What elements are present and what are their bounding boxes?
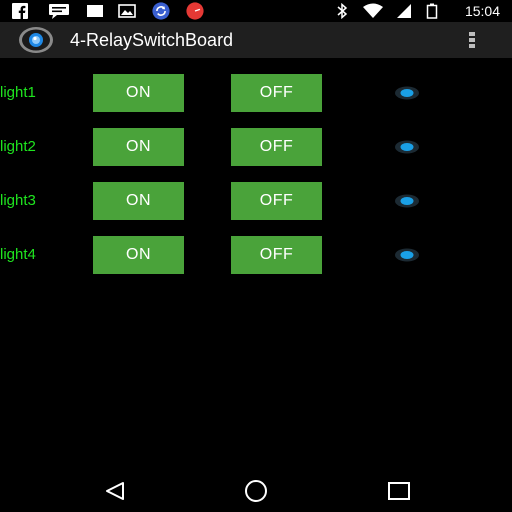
- light3-off-button[interactable]: OFF: [231, 182, 322, 220]
- image-icon: [118, 4, 136, 18]
- light4-off-button[interactable]: OFF: [231, 236, 322, 274]
- bluetooth-icon: [337, 3, 348, 19]
- sync-icon: [152, 2, 170, 20]
- status-time: 15:04: [464, 3, 500, 19]
- battery-icon: [426, 3, 438, 19]
- signal-icon: [397, 4, 411, 18]
- light4-on-button[interactable]: ON: [93, 236, 184, 274]
- light1-on-button[interactable]: ON: [93, 74, 184, 112]
- light4-status-indicator: [395, 248, 419, 262]
- messenger-icon: [49, 4, 69, 19]
- relay-label: light1: [0, 84, 36, 101]
- relay-row-light1: light1 ON OFF: [0, 74, 512, 112]
- app-title: 4-RelaySwitchBoard: [70, 30, 234, 50]
- light2-on-button[interactable]: ON: [93, 128, 184, 166]
- relay-label: light2: [0, 138, 36, 155]
- light2-status-indicator: [395, 140, 419, 154]
- relay-label: light4: [0, 246, 36, 263]
- navigation-bar: [0, 470, 512, 512]
- facebook-icon: [12, 3, 28, 19]
- action-bar: 4-RelaySwitchBoard: [0, 22, 512, 58]
- app-logo-icon: [19, 27, 53, 53]
- relay-row-light3: light3 ON OFF: [0, 182, 512, 220]
- relay-row-light4: light4 ON OFF: [0, 236, 512, 274]
- light1-off-button[interactable]: OFF: [231, 74, 322, 112]
- overflow-menu-icon[interactable]: [462, 26, 482, 54]
- relay-row-light2: light2 ON OFF: [0, 128, 512, 166]
- notification-box-icon: [87, 5, 103, 17]
- light2-off-button[interactable]: OFF: [231, 128, 322, 166]
- status-bar: 15:04: [0, 0, 512, 22]
- wifi-icon: [363, 3, 383, 18]
- clock-app-icon: [186, 2, 204, 20]
- light3-status-indicator: [395, 194, 419, 208]
- back-icon[interactable]: [100, 478, 130, 504]
- relay-label: light3: [0, 192, 36, 209]
- recents-icon[interactable]: [384, 478, 414, 504]
- light1-status-indicator: [395, 86, 419, 100]
- home-icon[interactable]: [241, 478, 271, 504]
- light3-on-button[interactable]: ON: [93, 182, 184, 220]
